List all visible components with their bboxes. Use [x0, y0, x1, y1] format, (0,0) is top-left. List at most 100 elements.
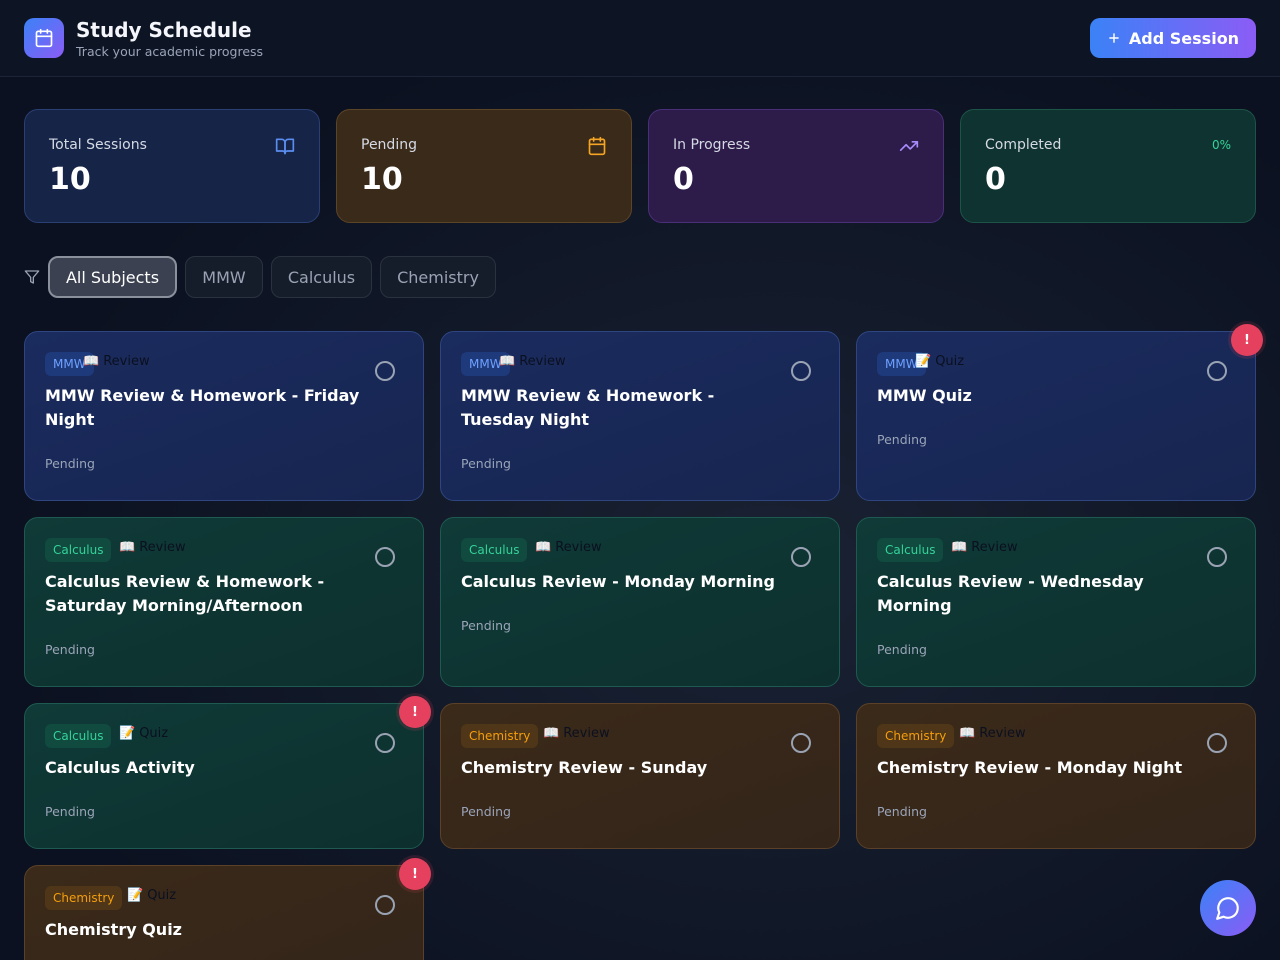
- session-status: Pending: [45, 456, 95, 471]
- session-status: Pending: [45, 804, 95, 819]
- session-card[interactable]: Calculus 📝 Quiz Calculus Activity Pending: [24, 703, 424, 849]
- subject-tag: Calculus: [45, 538, 112, 562]
- session-type-label: Quiz: [935, 354, 965, 369]
- complete-toggle[interactable]: [375, 361, 395, 381]
- session-type-label: Review: [971, 540, 1018, 555]
- session-title: Chemistry Quiz: [45, 920, 182, 939]
- session-type-label: Review: [979, 726, 1026, 741]
- session-title: Calculus Review & Homework - Saturday Mo…: [45, 572, 325, 615]
- session-title: Chemistry Review - Sunday: [461, 758, 708, 777]
- session-title: Chemistry Review - Monday Night: [877, 758, 1183, 777]
- session-type-icon: 📝: [119, 726, 136, 741]
- stat-label: Pending: [361, 137, 417, 153]
- session-card[interactable]: Calculus 📖 Review Calculus Review - Monday …: [440, 517, 840, 687]
- session-type: 📝 Quiz: [915, 354, 964, 369]
- complete-toggle[interactable]: [791, 361, 811, 381]
- priority-alert-badge: !: [1231, 324, 1263, 356]
- session-type: 📖 Review: [543, 726, 610, 741]
- stat-label: Completed: [985, 137, 1062, 153]
- add-session-label: Add Session: [1128, 28, 1240, 48]
- filter-chemistry[interactable]: Chemistry: [380, 256, 496, 298]
- filter-mmw[interactable]: MMW: [185, 256, 263, 298]
- session-title: Calculus Review - Monday Morning: [461, 572, 775, 591]
- stat-value: 0: [673, 162, 694, 197]
- subject-tag: Chemistry: [877, 724, 955, 748]
- priority-alert-badge: !: [399, 696, 431, 728]
- filter-all-subjects[interactable]: All Subjects: [48, 256, 177, 298]
- stat-label: Total Sessions: [49, 137, 147, 153]
- session-type: 📝 Quiz: [127, 888, 176, 903]
- session-type-icon: 📖: [543, 726, 560, 741]
- complete-toggle[interactable]: [375, 547, 395, 567]
- complete-toggle[interactable]: [791, 733, 811, 753]
- session-type-icon: 📖: [499, 354, 516, 369]
- session-type: 📖 Review: [83, 354, 150, 369]
- chat-bubble-icon: [1216, 897, 1239, 920]
- session-type-label: Quiz: [147, 888, 177, 903]
- session-card[interactable]: MMW 📖 Review MMW Review & Homework - Tuesda…: [440, 331, 840, 501]
- subject-tag: Calculus: [461, 538, 528, 562]
- session-type-icon: 📝: [915, 354, 932, 369]
- complete-toggle[interactable]: [375, 733, 395, 753]
- app-header: Study Schedule Track your academic progr…: [0, 0, 1280, 77]
- session-status: Pending: [877, 642, 927, 657]
- session-title: MMW Review & Homework - Friday Night: [45, 386, 360, 429]
- session-type: 📖 Review: [951, 540, 1018, 555]
- session-status: Pending: [461, 618, 511, 633]
- stat-value: 10: [361, 162, 403, 197]
- stat-label: In Progress: [673, 137, 751, 153]
- chat-button[interactable]: [1200, 880, 1256, 936]
- session-title: Calculus Review - Wednesday Morning: [877, 572, 1144, 615]
- session-card[interactable]: Chemistry 📖 Review Chemistry Review - Monda…: [856, 703, 1256, 849]
- subject-tag: Calculus: [877, 538, 944, 562]
- calendar-icon: [24, 18, 64, 58]
- filter-icon: [24, 269, 40, 289]
- session-status: Pending: [461, 456, 511, 471]
- session-card[interactable]: Calculus 📖 Review Calculus Review & Homewor…: [24, 517, 424, 687]
- session-status: Pending: [45, 642, 95, 657]
- session-title: MMW Quiz: [877, 386, 972, 405]
- session-type-icon: 📖: [535, 540, 552, 555]
- session-type-icon: 📖: [951, 540, 968, 555]
- session-card[interactable]: MMW 📝 Quiz MMW Quiz Pending: [856, 331, 1256, 501]
- session-type: 📖 Review: [959, 726, 1026, 741]
- stat-completed: Completed 0 0%: [960, 109, 1256, 223]
- book-open-icon: [275, 136, 295, 160]
- session-type-label: Review: [103, 354, 150, 369]
- subject-tag: Chemistry: [461, 724, 539, 748]
- session-card[interactable]: Chemistry 📖 Review Chemistry Review - Sunda…: [440, 703, 840, 849]
- subject-tag: Calculus: [45, 724, 112, 748]
- session-card[interactable]: Chemistry📝QuizChemistry QuizPending: [24, 865, 424, 960]
- session-card[interactable]: Calculus 📖 Review Calculus Review - Wednesd…: [856, 517, 1256, 687]
- complete-toggle[interactable]: [1207, 547, 1227, 567]
- session-status: Pending: [877, 804, 927, 819]
- complete-toggle[interactable]: [1207, 733, 1227, 753]
- session-type-icon: 📝: [127, 888, 144, 903]
- complete-toggle[interactable]: [791, 547, 811, 567]
- stat-in-progress: In Progress 0: [648, 109, 944, 223]
- stat-value: 10: [49, 162, 91, 197]
- session-type: 📝 Quiz: [119, 726, 168, 741]
- stat-total-sessions: Total Sessions 10: [24, 109, 320, 223]
- complete-toggle[interactable]: [1207, 361, 1227, 381]
- stat-pending: Pending 10: [336, 109, 632, 223]
- session-card[interactable]: MMW 📖 Review MMW Review & Homework - Friday…: [24, 331, 424, 501]
- session-type-label: Review: [139, 540, 186, 555]
- session-type-label: Review: [563, 726, 610, 741]
- completion-percent: 0%: [1211, 138, 1231, 152]
- calendar-icon: [587, 136, 607, 160]
- session-type-label: Review: [555, 540, 602, 555]
- add-session-button[interactable]: Add Session: [1090, 18, 1256, 58]
- session-type: 📖 Review: [535, 540, 602, 555]
- priority-alert-badge: !: [399, 858, 431, 890]
- stat-value: 0: [985, 162, 1006, 197]
- subject-tag: Chemistry: [45, 886, 123, 910]
- session-type: 📖 Review: [119, 540, 186, 555]
- page-subtitle: Track your academic progress: [76, 44, 264, 59]
- session-title: Calculus Activity: [45, 758, 195, 777]
- trending-up-icon: [899, 136, 919, 160]
- session-type-label: Quiz: [139, 726, 169, 741]
- filter-calculus[interactable]: Calculus: [271, 256, 372, 298]
- session-type-icon: 📖: [959, 726, 976, 741]
- complete-toggle[interactable]: [375, 895, 395, 915]
